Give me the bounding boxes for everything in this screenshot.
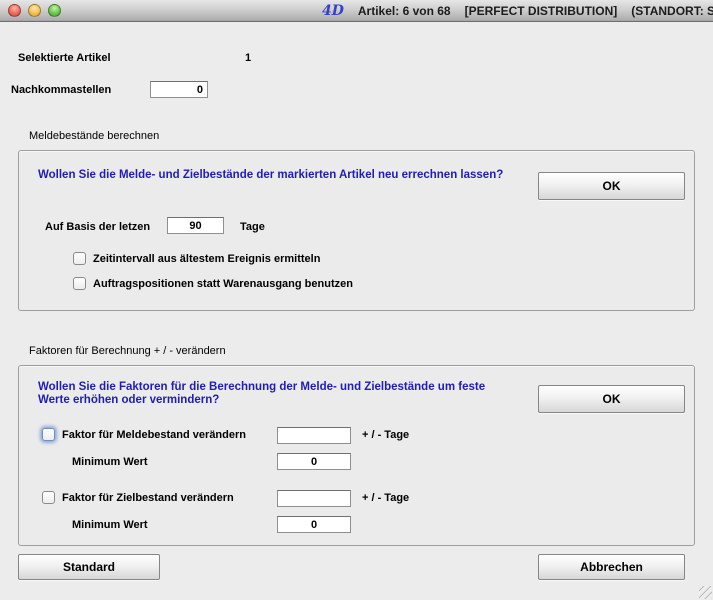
window-title-main: Artikel: 6 von 68 <box>358 4 451 18</box>
basis-unit-label: Tage <box>240 221 265 233</box>
decimals-label: Nachkommastellen <box>11 84 111 96</box>
factor-meldebestand-input[interactable] <box>277 427 351 444</box>
window-title-location: (STANDORT: STORE) <box>631 4 713 18</box>
interval-from-oldest-label: Zeitintervall aus ältestem Ereignis ermi… <box>93 253 320 265</box>
minimize-button[interactable] <box>28 4 41 17</box>
title-bar[interactable]: 4D Artikel: 6 von 68 [PERFECT DISTRIBUTI… <box>0 0 713 22</box>
group1-question: Wollen Sie die Melde- und Zielbestände d… <box>38 169 528 182</box>
window-title-company: [PERFECT DISTRIBUTION] <box>465 4 618 18</box>
interval-from-oldest-checkbox[interactable] <box>73 252 86 265</box>
dialog-window: 4D Artikel: 6 von 68 [PERFECT DISTRIBUTI… <box>0 0 713 600</box>
factor-meldebestand-checkbox[interactable] <box>42 428 55 441</box>
factor-zielbestand-input[interactable] <box>277 490 351 507</box>
minimum-wert-label-1: Minimum Wert <box>72 456 148 468</box>
group1-ok-button[interactable]: OK <box>538 172 685 200</box>
group2-ok-button[interactable]: OK <box>538 385 685 413</box>
cancel-button[interactable]: Abbrechen <box>538 554 685 580</box>
minimum-wert-input-1[interactable] <box>277 453 351 470</box>
4d-app-icon: 4D <box>322 3 344 19</box>
zoom-button[interactable] <box>48 4 61 17</box>
window-title: 4D Artikel: 6 von 68 [PERFECT DISTRIBUTI… <box>322 0 713 22</box>
close-button[interactable] <box>8 4 21 17</box>
minimum-wert-label-2: Minimum Wert <box>72 519 148 531</box>
selected-articles-value: 1 <box>245 52 251 64</box>
factor-zielbestand-label: Faktor für Zielbestand verändern <box>62 492 234 504</box>
factor-zielbestand-unit: + / - Tage <box>362 492 409 504</box>
factor-meldebestand-label: Faktor für Meldebestand verändern <box>62 429 246 441</box>
decimals-input[interactable] <box>150 81 208 98</box>
minimum-wert-input-2[interactable] <box>277 516 351 533</box>
group2-title: Faktoren für Berechnung + / - verändern <box>29 345 226 357</box>
selected-articles-label: Selektierte Artikel <box>18 52 111 64</box>
standard-button[interactable]: Standard <box>18 554 160 580</box>
factor-meldebestand-unit: + / - Tage <box>362 429 409 441</box>
resize-grip-icon[interactable] <box>699 586 712 599</box>
basis-label: Auf Basis der letzen <box>45 221 150 233</box>
basis-days-input[interactable] <box>167 217 224 234</box>
group2-question: Wollen Sie die Faktoren für die Berechnu… <box>38 381 513 407</box>
factor-zielbestand-checkbox[interactable] <box>42 491 55 504</box>
group1-title: Meldebestände berechnen <box>29 130 159 142</box>
order-positions-label: Auftragspositionen statt Warenausgang be… <box>93 278 353 290</box>
order-positions-checkbox[interactable] <box>73 277 86 290</box>
